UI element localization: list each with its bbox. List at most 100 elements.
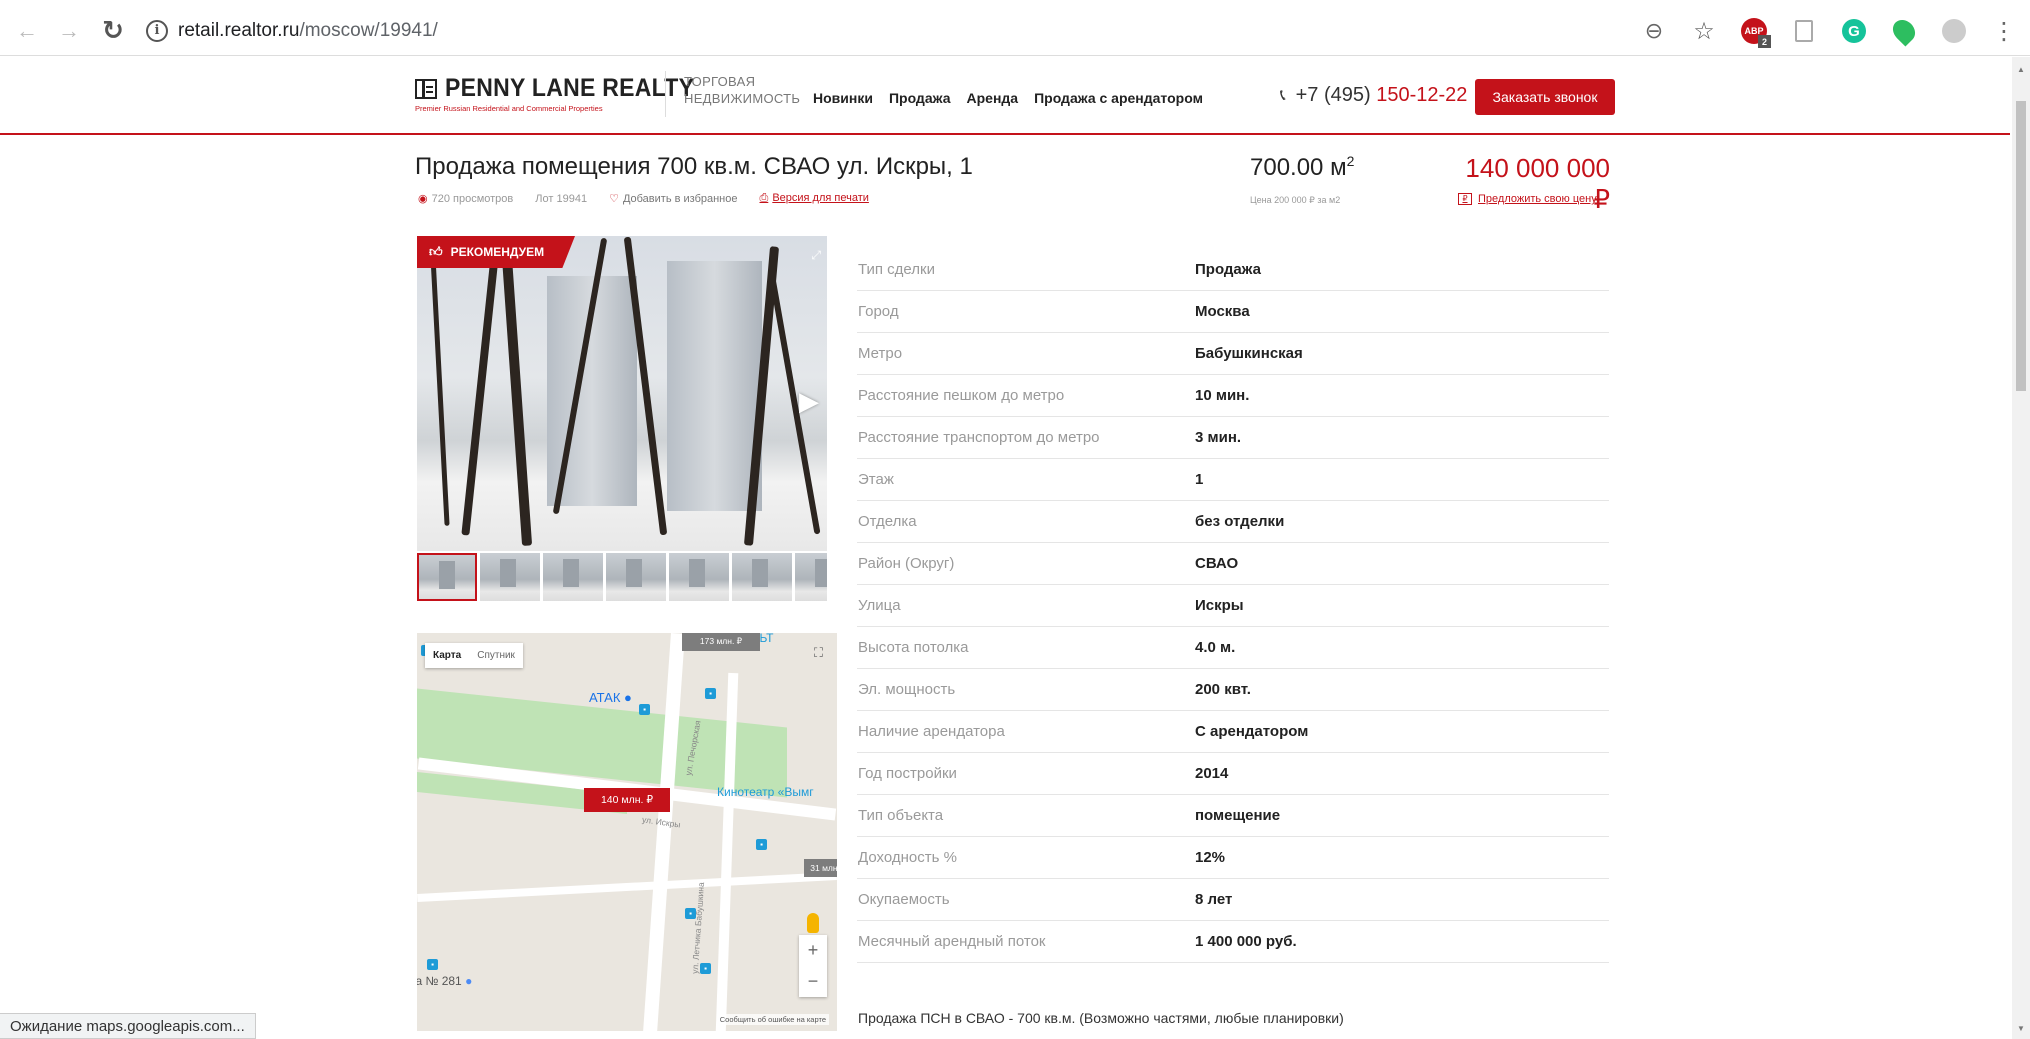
detail-value: 200 квт.	[1195, 681, 1251, 698]
address-bar[interactable]: i retail.realtor.ru/moscow/19941/	[146, 13, 1646, 49]
detail-value: помещение	[1195, 807, 1281, 824]
thumbnail[interactable]	[732, 553, 792, 601]
thumbnail[interactable]	[669, 553, 729, 601]
detail-label: Доходность %	[858, 849, 957, 866]
detail-value: Искры	[1195, 597, 1244, 614]
main-nav: Новинки Продажа Аренда Продажа с арендат…	[813, 90, 1203, 106]
map-price-pin[interactable]: 31 млн. ₽	[804, 859, 837, 877]
back-button[interactable]: ←	[12, 16, 42, 46]
main-photo[interactable]	[417, 236, 827, 551]
next-photo-icon[interactable]: ▶	[799, 386, 819, 417]
map-marker-icon: ●	[465, 974, 473, 988]
print-text: Версия для печати	[772, 192, 869, 204]
detail-label: Метро	[858, 345, 903, 362]
detail-label: Расстояние транспортом до метро	[858, 429, 1100, 446]
thumbnail[interactable]	[417, 553, 477, 601]
globe-extension-icon[interactable]	[1940, 17, 1968, 45]
zoom-icon[interactable]: ⊖	[1640, 17, 1668, 45]
detail-row: Метро Бабушкинская	[857, 333, 1609, 375]
request-call-button[interactable]: Заказать звонок	[1475, 79, 1615, 115]
detail-value: 8 лет	[1195, 891, 1233, 908]
nav-sale[interactable]: Продажа	[889, 90, 951, 106]
thumbnail[interactable]	[795, 553, 827, 601]
phone-number[interactable]: 📞︎ +7 (495) 150-12-22	[1280, 84, 1467, 107]
thumbnail[interactable]	[480, 553, 540, 601]
thumbnail[interactable]	[543, 553, 603, 601]
detail-value: СВАО	[1195, 555, 1239, 572]
location-map[interactable]: Карта Спутник ⛶ ГОЛЬВОЛЬТ АТАК ● Кинотеа…	[417, 633, 837, 1031]
map-price-pin-main[interactable]: 140 млн. ₽	[584, 788, 670, 812]
views-text: 720 просмотров	[431, 193, 514, 205]
add-favorite-link[interactable]: ♡ Добавить в избранное	[609, 192, 737, 205]
listing-meta: ◉ 720 просмотров Лот 19941 ♡ Добавить в из…	[418, 192, 869, 205]
views-count: ◉ 720 просмотров	[418, 192, 513, 205]
map-marker-icon: ●	[624, 690, 632, 705]
forward-button[interactable]: →	[54, 16, 84, 46]
detail-label: Эл. мощность	[858, 681, 956, 698]
adblock-extension-icon[interactable]: ABP 2	[1740, 17, 1771, 48]
map-poi-school[interactable]: па № 281 ●	[417, 974, 472, 988]
map-poi-atak-label: АТАК	[589, 690, 621, 705]
map-type-map[interactable]: Карта	[425, 643, 469, 668]
map-type-control: Карта Спутник	[425, 643, 523, 668]
document-extension-icon[interactable]	[1790, 17, 1818, 45]
heart-icon: ♡	[609, 193, 619, 205]
site-header: PENNY LANE REALTY Premier Russian Reside…	[0, 57, 2010, 135]
nav-sale-with-tenant[interactable]: Продажа с арендатором	[1034, 90, 1203, 106]
offer-price-icon: ₽	[1458, 193, 1472, 205]
map-poi-atak[interactable]: АТАК ●	[589, 690, 632, 705]
detail-row: Тип сделки Продажа	[857, 249, 1609, 291]
reload-button[interactable]: ↻	[98, 15, 128, 46]
map-bus-icon: ▪	[639, 704, 650, 715]
evernote-extension-icon[interactable]	[1888, 15, 1920, 47]
map-zoom-out-button[interactable]: −	[808, 971, 819, 992]
eye-icon: ◉	[418, 193, 428, 205]
map-report-link[interactable]: Сообщить об ошибке на карте	[716, 1014, 829, 1025]
detail-value: 2014	[1195, 765, 1229, 782]
logo-name: PENNY LANE REALTY	[445, 74, 695, 102]
detail-value: 10 мин.	[1195, 387, 1250, 404]
detail-row: Расстояние транспортом до метро 3 мин.	[857, 417, 1609, 459]
print-version-link[interactable]: ⎙ Версия для печати	[760, 192, 869, 205]
bookmark-star-icon[interactable]: ☆	[1690, 17, 1718, 45]
detail-label: Этаж	[858, 471, 894, 488]
detail-row: Расстояние пешком до метро 10 мин.	[857, 375, 1609, 417]
detail-row: Улица Искры	[857, 585, 1609, 627]
listing-price: 140 000 000 ₽	[1465, 153, 1610, 214]
offer-price-link[interactable]: ₽ Предложить свою цену	[1458, 193, 1597, 205]
scroll-thumb[interactable]	[2016, 101, 2026, 391]
map-street-letchika: ул. Летчика Бабушкина	[689, 881, 707, 975]
detail-value: 12%	[1195, 849, 1226, 866]
map-type-satellite[interactable]: Спутник	[469, 643, 523, 668]
map-bus-icon: ▪	[427, 959, 438, 970]
listing-description: Продажа ПСН в СВАО - 700 кв.м. (Возможно…	[858, 1010, 1344, 1026]
recommended-badge: 👍︎ РЕКОМЕНДУЕМ	[417, 236, 575, 268]
thumbnail[interactable]	[606, 553, 666, 601]
map-price-pin[interactable]: 173 млн. ₽	[682, 633, 760, 651]
browser-menu-icon[interactable]: ⋮	[1990, 17, 2018, 45]
photo-gallery[interactable]: 👍︎ РЕКОМЕНДУЕМ ⤢ ▶	[417, 236, 827, 554]
expand-icon[interactable]: ⤢	[811, 248, 821, 263]
url-text[interactable]: retail.realtor.ru/moscow/19941/	[178, 20, 438, 42]
detail-row: Высота потолка 4.0 м.	[857, 627, 1609, 669]
site-info-icon[interactable]: i	[146, 19, 168, 42]
favorite-text: Добавить в избранное	[622, 193, 738, 205]
scroll-up-icon[interactable]: ▲	[2017, 65, 2025, 74]
lot-number: Лот 19941	[535, 192, 588, 205]
scroll-down-icon[interactable]: ▼	[2017, 1024, 2025, 1033]
map-zoom-in-button[interactable]: +	[808, 940, 819, 961]
nav-new[interactable]: Новинки	[813, 90, 873, 106]
map-bus-icon: ▪	[685, 908, 696, 919]
detail-label: Высота потолка	[858, 639, 969, 656]
detail-label: Окупаемость	[858, 891, 950, 908]
grammarly-extension-icon[interactable]: G	[1840, 17, 1868, 45]
page-scrollbar[interactable]: ▲ ▼	[2012, 57, 2030, 1039]
detail-row: Этаж 1	[857, 459, 1609, 501]
site-logo[interactable]: PENNY LANE REALTY Premier Russian Reside…	[415, 74, 716, 113]
price-per-m2: Цена 200 000 ₽ за м2	[1250, 195, 1341, 205]
street-view-pegman-icon[interactable]	[807, 913, 819, 933]
detail-row: Доходность % 12%	[857, 837, 1609, 879]
nav-rent[interactable]: Аренда	[967, 90, 1019, 106]
map-fullscreen-icon[interactable]: ⛶	[814, 645, 823, 661]
detail-value: 4.0 м.	[1195, 639, 1236, 656]
